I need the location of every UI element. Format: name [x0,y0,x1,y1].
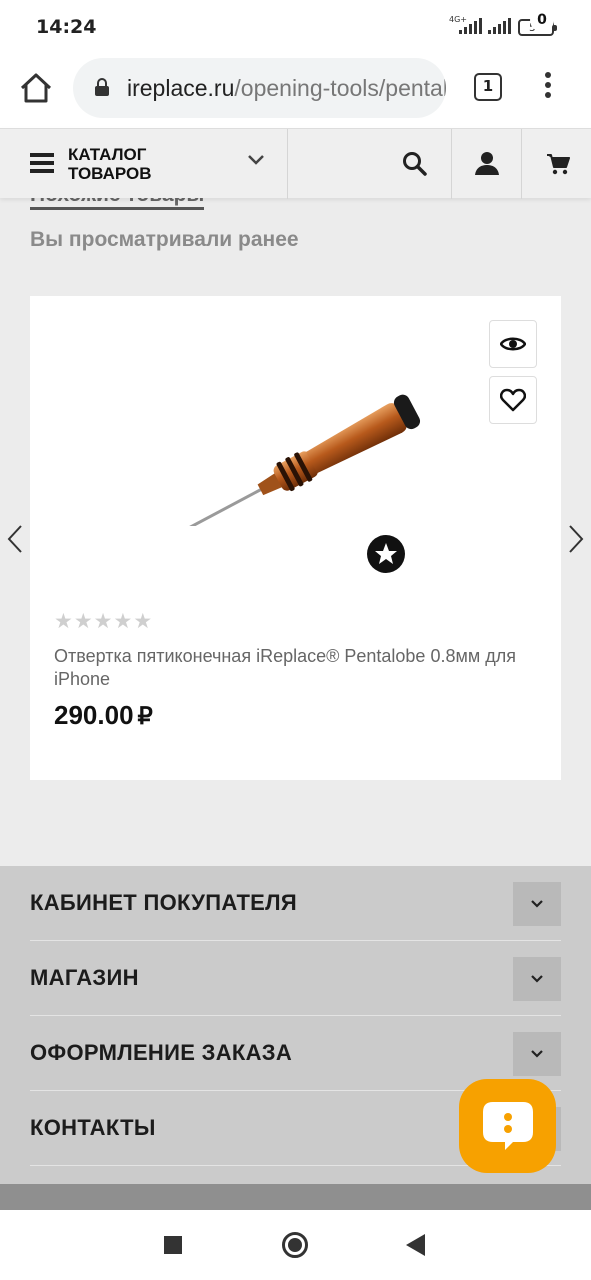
search-icon [403,152,427,176]
accordion-title: ОФОРМЛЕНИЕ ЗАКАЗА [30,1040,293,1065]
lock-icon [95,78,109,96]
url-host: ireplace.ru [127,75,235,101]
accordion-item-account[interactable]: КАБИНЕТ ПОКУПАТЕЛЯ [30,866,561,941]
chevron-down-icon [248,155,264,165]
currency-symbol: ₽ [137,703,153,730]
chat-icon [482,1102,533,1150]
signal-icon [459,18,482,34]
search-button[interactable] [288,129,452,199]
tab-switcher-button[interactable]: 1 [474,73,502,101]
accordion-item-store[interactable]: МАГАЗИН [30,941,561,1016]
chevron-down-icon[interactable] [513,1032,561,1076]
rating-stars: ★ ★ ★ ★ ★ [54,611,152,632]
eye-icon [500,337,526,351]
tab-count: 1 [482,77,494,95]
url-text: ireplace.ru/opening-tools/pentalobe [127,75,446,102]
status-bar: 14:24 4G+ 55 [0,0,591,56]
more-options-icon[interactable] [537,72,559,104]
catalog-menu-button[interactable]: КАТАЛОГ ТОВАРОВ [0,129,288,199]
product-price: 290.00 ₽ [54,700,153,731]
account-button[interactable] [452,129,522,199]
home-icon[interactable] [18,70,54,106]
address-bar[interactable]: ireplace.ru/opening-tools/pentalobe [73,58,446,118]
cart-button[interactable] [522,129,591,199]
wishlist-button[interactable] [489,376,537,424]
carousel-next-arrow[interactable] [568,524,584,554]
back-icon[interactable] [406,1234,425,1256]
footer-bottom-bar [0,1184,591,1210]
signal-icon-2 [488,18,511,34]
heart-icon [500,388,526,412]
quick-view-button[interactable] [489,320,537,368]
recent-apps-icon[interactable] [164,1236,182,1254]
hamburger-icon [30,153,54,173]
product-image-screwdriver[interactable] [160,376,450,526]
browser-toolbar: ireplace.ru/opening-tools/pentalobe 1 [0,56,591,128]
star-icon: ★ [73,609,93,633]
chevron-down-icon[interactable] [513,957,561,1001]
accordion-title: КАБИНЕТ ПОКУПАТЕЛЯ [30,890,298,915]
product-name-link[interactable]: Отвертка пятиконечная iReplace® Pentalob… [54,645,534,691]
accordion-title: МАГАЗИН [30,965,139,990]
recently-viewed-title: Вы просматривали ранее [30,228,299,251]
star-bit-icon [367,535,405,573]
user-icon [475,152,499,175]
system-nav-bar [0,1210,591,1280]
home-nav-icon[interactable] [282,1232,308,1258]
carousel-prev-arrow[interactable] [7,524,23,554]
accordion-title: КОНТАКТЫ [30,1115,156,1140]
site-header: КАТАЛОГ ТОВАРОВ [0,128,591,199]
star-icon: ★ [113,609,133,633]
url-path: /opening-tools/pentalobe [234,75,446,101]
star-icon: ★ [54,609,73,633]
cart-icon [547,154,570,175]
product-card[interactable]: ★ ★ ★ ★ ★ Отвертка пятиконечная iReplace… [30,296,561,780]
star-icon: ★ [133,609,153,633]
cart-count-badge: 0 [530,8,554,32]
star-icon: ★ [93,609,113,633]
status-time: 14:24 [36,16,97,38]
price-value: 290.00 [54,700,134,730]
catalog-label: КАТАЛОГ ТОВАРОВ [68,145,152,183]
chevron-down-icon[interactable] [513,882,561,926]
chat-widget-button[interactable] [459,1079,556,1173]
